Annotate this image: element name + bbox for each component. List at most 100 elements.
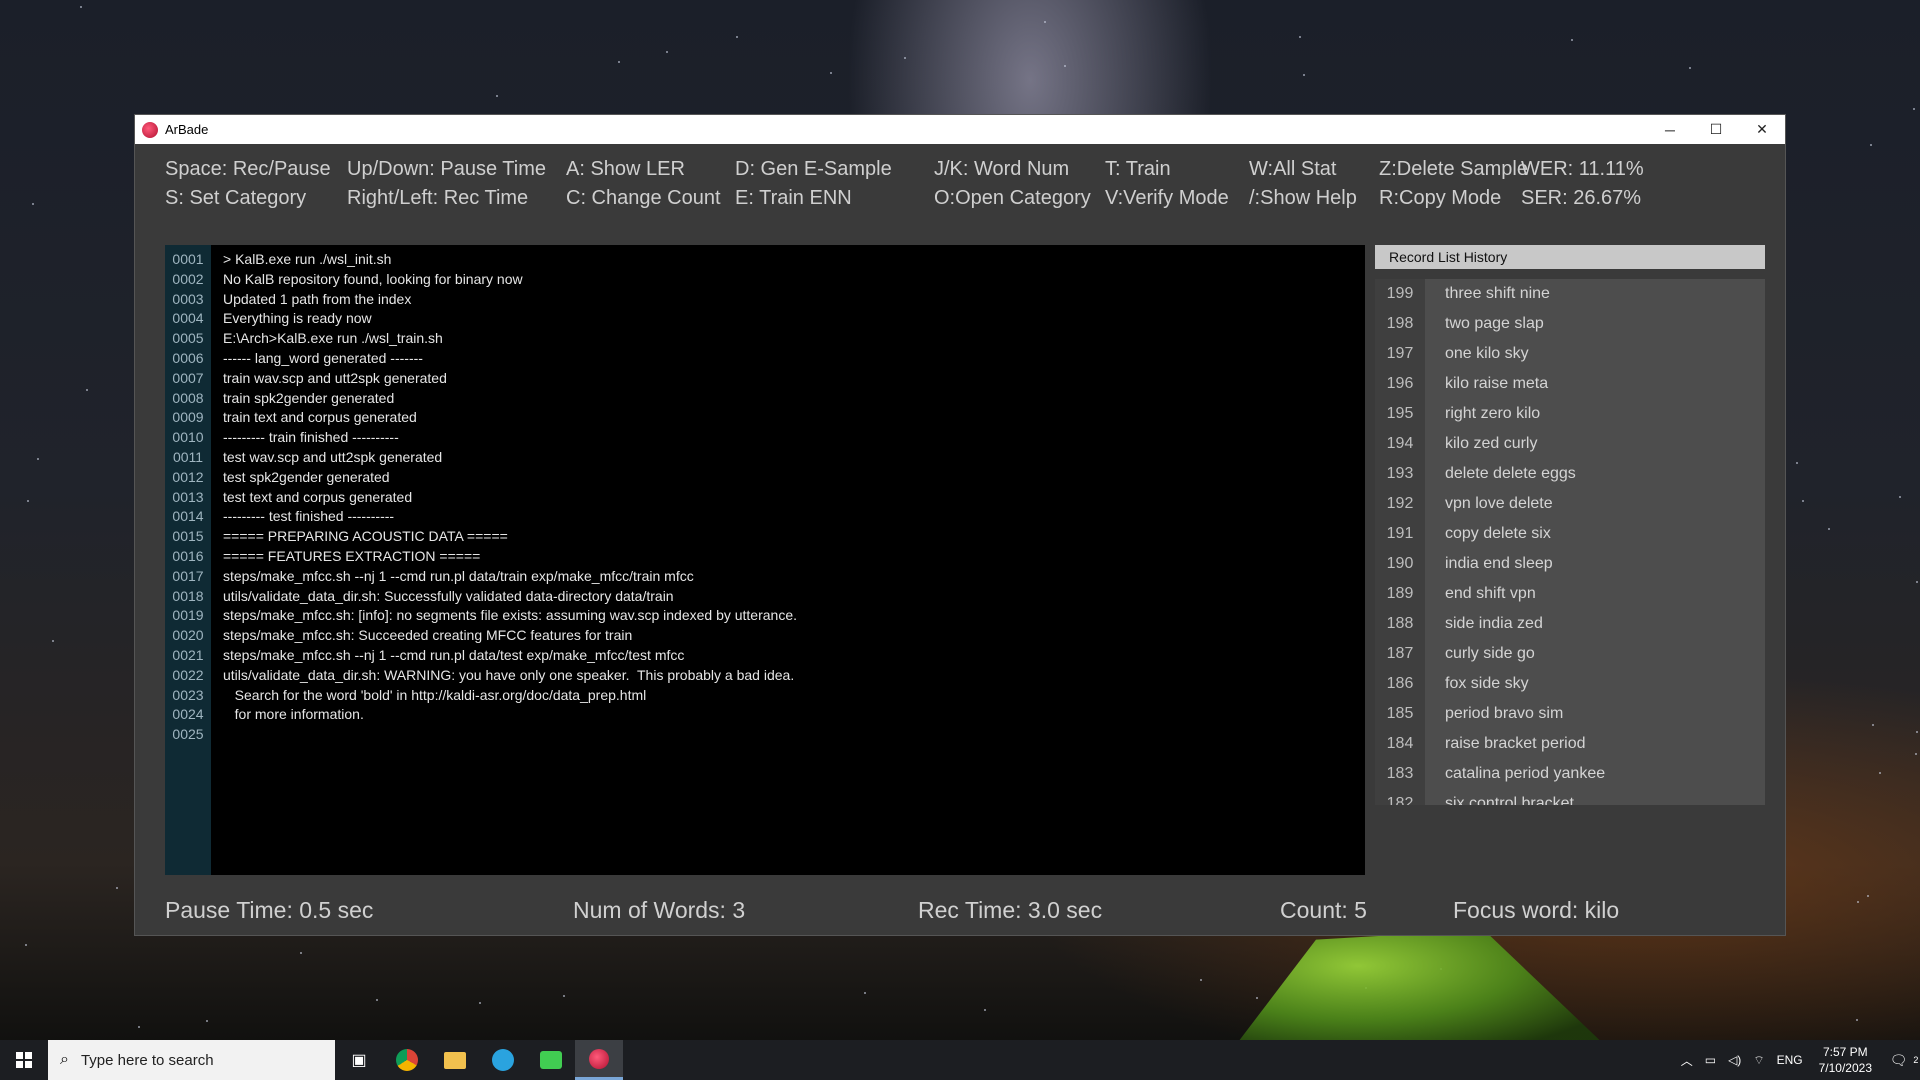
count-status: Count: 5 xyxy=(1280,897,1367,924)
history-row[interactable]: 194 kilo zed curly xyxy=(1425,429,1765,459)
history-row[interactable]: 187 curly side go xyxy=(1425,639,1765,669)
console-line: test wav.scp and utt2spk generated xyxy=(223,448,1365,468)
close-button[interactable]: ✕ xyxy=(1739,115,1785,144)
wallpaper-star xyxy=(1303,74,1305,76)
console-line: --------- test finished ---------- xyxy=(223,507,1365,527)
history-row[interactable]: 197 one kilo sky xyxy=(1425,339,1765,369)
wifi-icon[interactable]: ⌔ xyxy=(1753,1053,1764,1068)
help-column: A: Show LER C: Change Count xyxy=(566,155,721,213)
history-row[interactable]: 183 catalina period yankee xyxy=(1425,759,1765,789)
history-row-number: 197 xyxy=(1375,345,1425,363)
num-words-status: Num of Words: 3 xyxy=(573,897,745,924)
history-row[interactable]: 198 two page slap xyxy=(1425,309,1765,339)
console-line: for more information. xyxy=(223,705,1365,725)
wallpaper-star xyxy=(1913,108,1915,110)
history-row-text: kilo zed curly xyxy=(1425,435,1537,453)
history-row[interactable]: 195 right zero kilo xyxy=(1425,399,1765,429)
history-row[interactable]: 185 period bravo sim xyxy=(1425,699,1765,729)
history-row-text: raise bracket period xyxy=(1425,735,1586,753)
wallpaper-star xyxy=(1200,979,1202,981)
volume-icon[interactable]: ◁) xyxy=(1728,1053,1741,1067)
arbade-taskbar-button[interactable] xyxy=(575,1040,623,1080)
help-column: D: Gen E-Sample E: Train ENN xyxy=(735,155,892,213)
history-row[interactable]: 193 delete delete eggs xyxy=(1425,459,1765,489)
history-row[interactable]: 188 side india zed xyxy=(1425,609,1765,639)
qt-icon xyxy=(540,1051,562,1069)
help-item: W:All Stat xyxy=(1249,155,1357,184)
wallpaper-star xyxy=(736,36,738,38)
console-line: E:\Arch>KalB.exe run ./wsl_train.sh xyxy=(223,329,1365,349)
history-row[interactable]: 196 kilo raise meta xyxy=(1425,369,1765,399)
line-number: 0013 xyxy=(165,488,211,508)
telegram-taskbar-button[interactable] xyxy=(479,1040,527,1080)
clock-date: 7/10/2023 xyxy=(1819,1060,1872,1076)
maximize-button[interactable]: ☐ xyxy=(1693,115,1739,144)
history-row[interactable]: 186 fox side sky xyxy=(1425,669,1765,699)
history-row[interactable]: 182 six control bracket xyxy=(1425,789,1765,805)
console-line: --------- train finished ---------- xyxy=(223,428,1365,448)
history-row-text: catalina period yankee xyxy=(1425,765,1605,783)
console-line: test spk2gender generated xyxy=(223,468,1365,488)
battery-icon[interactable]: ▭ xyxy=(1705,1053,1716,1067)
line-number: 0022 xyxy=(165,666,211,686)
history-row[interactable]: 184 raise bracket period xyxy=(1425,729,1765,759)
console-output[interactable]: 0001 0002 0003 0004 0005 0006 0007 0008 0009 0010… xyxy=(165,245,1365,875)
title-bar[interactable]: ArBade ─ ☐ ✕ xyxy=(135,115,1785,144)
language-indicator[interactable]: ENG xyxy=(1777,1053,1803,1067)
wallpaper-star xyxy=(1916,731,1918,733)
line-number: 0016 xyxy=(165,547,211,567)
wallpaper-star xyxy=(1857,901,1859,903)
line-number: 0015 xyxy=(165,527,211,547)
file-explorer-taskbar-button[interactable] xyxy=(431,1040,479,1080)
help-item: T: Train xyxy=(1105,155,1229,184)
history-items: 199 three shift nine 198 two page slap 197 on… xyxy=(1425,279,1765,805)
wallpaper-star xyxy=(1796,462,1798,464)
wallpaper-star xyxy=(25,944,27,946)
minimize-button[interactable]: ─ xyxy=(1647,115,1693,144)
history-row[interactable]: 190 india end sleep xyxy=(1425,549,1765,579)
taskbar-search[interactable]: ⌕ Type here to search xyxy=(48,1040,335,1080)
notification-button[interactable]: 🗨 2 xyxy=(1882,1040,1920,1080)
wallpaper-star xyxy=(666,51,668,53)
line-number: 0012 xyxy=(165,468,211,488)
history-row[interactable]: 191 copy delete six xyxy=(1425,519,1765,549)
line-number: 0007 xyxy=(165,369,211,389)
history-list[interactable]: 199 three shift nine 198 two page slap 197 on… xyxy=(1375,279,1765,805)
history-row-text: end shift vpn xyxy=(1425,585,1536,603)
wallpaper-star xyxy=(904,57,906,59)
console-line: ===== FEATURES EXTRACTION ===== xyxy=(223,547,1365,567)
history-row[interactable]: 192 vpn love delete xyxy=(1425,489,1765,519)
clock[interactable]: 7:57 PM 7/10/2023 xyxy=(1819,1044,1872,1076)
qt-creator-taskbar-button[interactable] xyxy=(527,1040,575,1080)
line-number: 0010 xyxy=(165,428,211,448)
wallpaper-star xyxy=(1856,1019,1858,1021)
wallpaper-star xyxy=(1044,21,1046,23)
history-row-text: side india zed xyxy=(1425,615,1543,633)
line-number-gutter: 0001 0002 0003 0004 0005 0006 0007 0008 0009 0010… xyxy=(165,245,211,875)
help-item: Space: Rec/Pause xyxy=(165,155,331,184)
console-line: utils/validate_data_dir.sh: Successfully… xyxy=(223,587,1365,607)
history-row-text: two page slap xyxy=(1425,315,1544,333)
wallpaper-star xyxy=(1828,528,1830,530)
history-row-number: 192 xyxy=(1375,495,1425,513)
wallpaper-star xyxy=(496,95,498,97)
start-button[interactable] xyxy=(0,1040,48,1080)
wallpaper-star xyxy=(1299,36,1301,38)
console-line: train wav.scp and utt2spk generated xyxy=(223,369,1365,389)
wallpaper-star xyxy=(52,640,54,642)
wallpaper-star xyxy=(116,887,118,889)
history-row-text: right zero kilo xyxy=(1425,405,1540,423)
chrome-icon xyxy=(396,1049,418,1071)
chrome-taskbar-button[interactable] xyxy=(383,1040,431,1080)
help-column: WER: 11.11% SER: 26.67% xyxy=(1521,155,1644,213)
task-view-button[interactable]: ▣ xyxy=(335,1040,383,1080)
line-number: 0009 xyxy=(165,408,211,428)
history-row-number: 191 xyxy=(1375,525,1425,543)
console-line: steps/make_mfcc.sh: [info]: no segments … xyxy=(223,606,1365,626)
telegram-icon xyxy=(492,1049,514,1071)
history-row[interactable]: 199 three shift nine xyxy=(1425,279,1765,309)
chevron-up-icon[interactable]: ︿ xyxy=(1681,1052,1693,1069)
console-lines[interactable]: > KalB.exe run ./wsl_init.sh No KalB repo… xyxy=(211,245,1365,875)
history-row[interactable]: 189 end shift vpn xyxy=(1425,579,1765,609)
console-line xyxy=(223,725,1365,745)
